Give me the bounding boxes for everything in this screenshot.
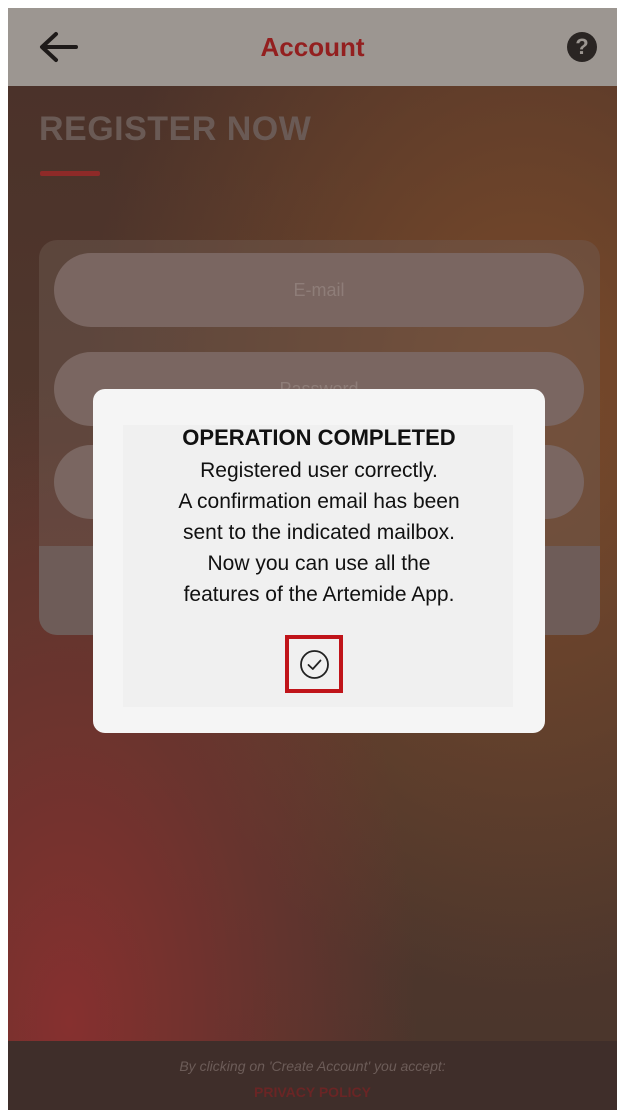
check-circle-icon xyxy=(300,650,329,679)
header-title: Account xyxy=(260,32,365,62)
app-screen: Account ? REGISTER NOW E-mail Password B… xyxy=(8,8,617,1110)
confirm-button[interactable] xyxy=(285,635,343,693)
dialog-message-line: Registered user correctly. xyxy=(200,459,438,482)
help-icon[interactable]: ? xyxy=(567,32,597,62)
dialog-message-line: sent to the indicated mailbox. xyxy=(183,521,455,544)
dialog-message-line: features of the Artemide App. xyxy=(183,583,455,606)
dialog-message-line: A confirmation email has been xyxy=(178,490,460,513)
dialog-title: OPERATION COMPLETED xyxy=(182,425,456,450)
success-dialog: OPERATION COMPLETED Registered user corr… xyxy=(93,389,545,733)
email-field[interactable]: E-mail xyxy=(54,253,584,327)
footer-terms-note: By clicking on 'Create Account' you acce… xyxy=(179,1058,446,1074)
page-title: REGISTER NOW xyxy=(39,110,312,148)
title-underline xyxy=(40,171,100,176)
privacy-policy-link[interactable]: PRIVACY POLICY xyxy=(8,1084,617,1100)
dialog-message-line: Now you can use all the xyxy=(207,552,431,575)
app-header: Account ? xyxy=(8,8,617,86)
